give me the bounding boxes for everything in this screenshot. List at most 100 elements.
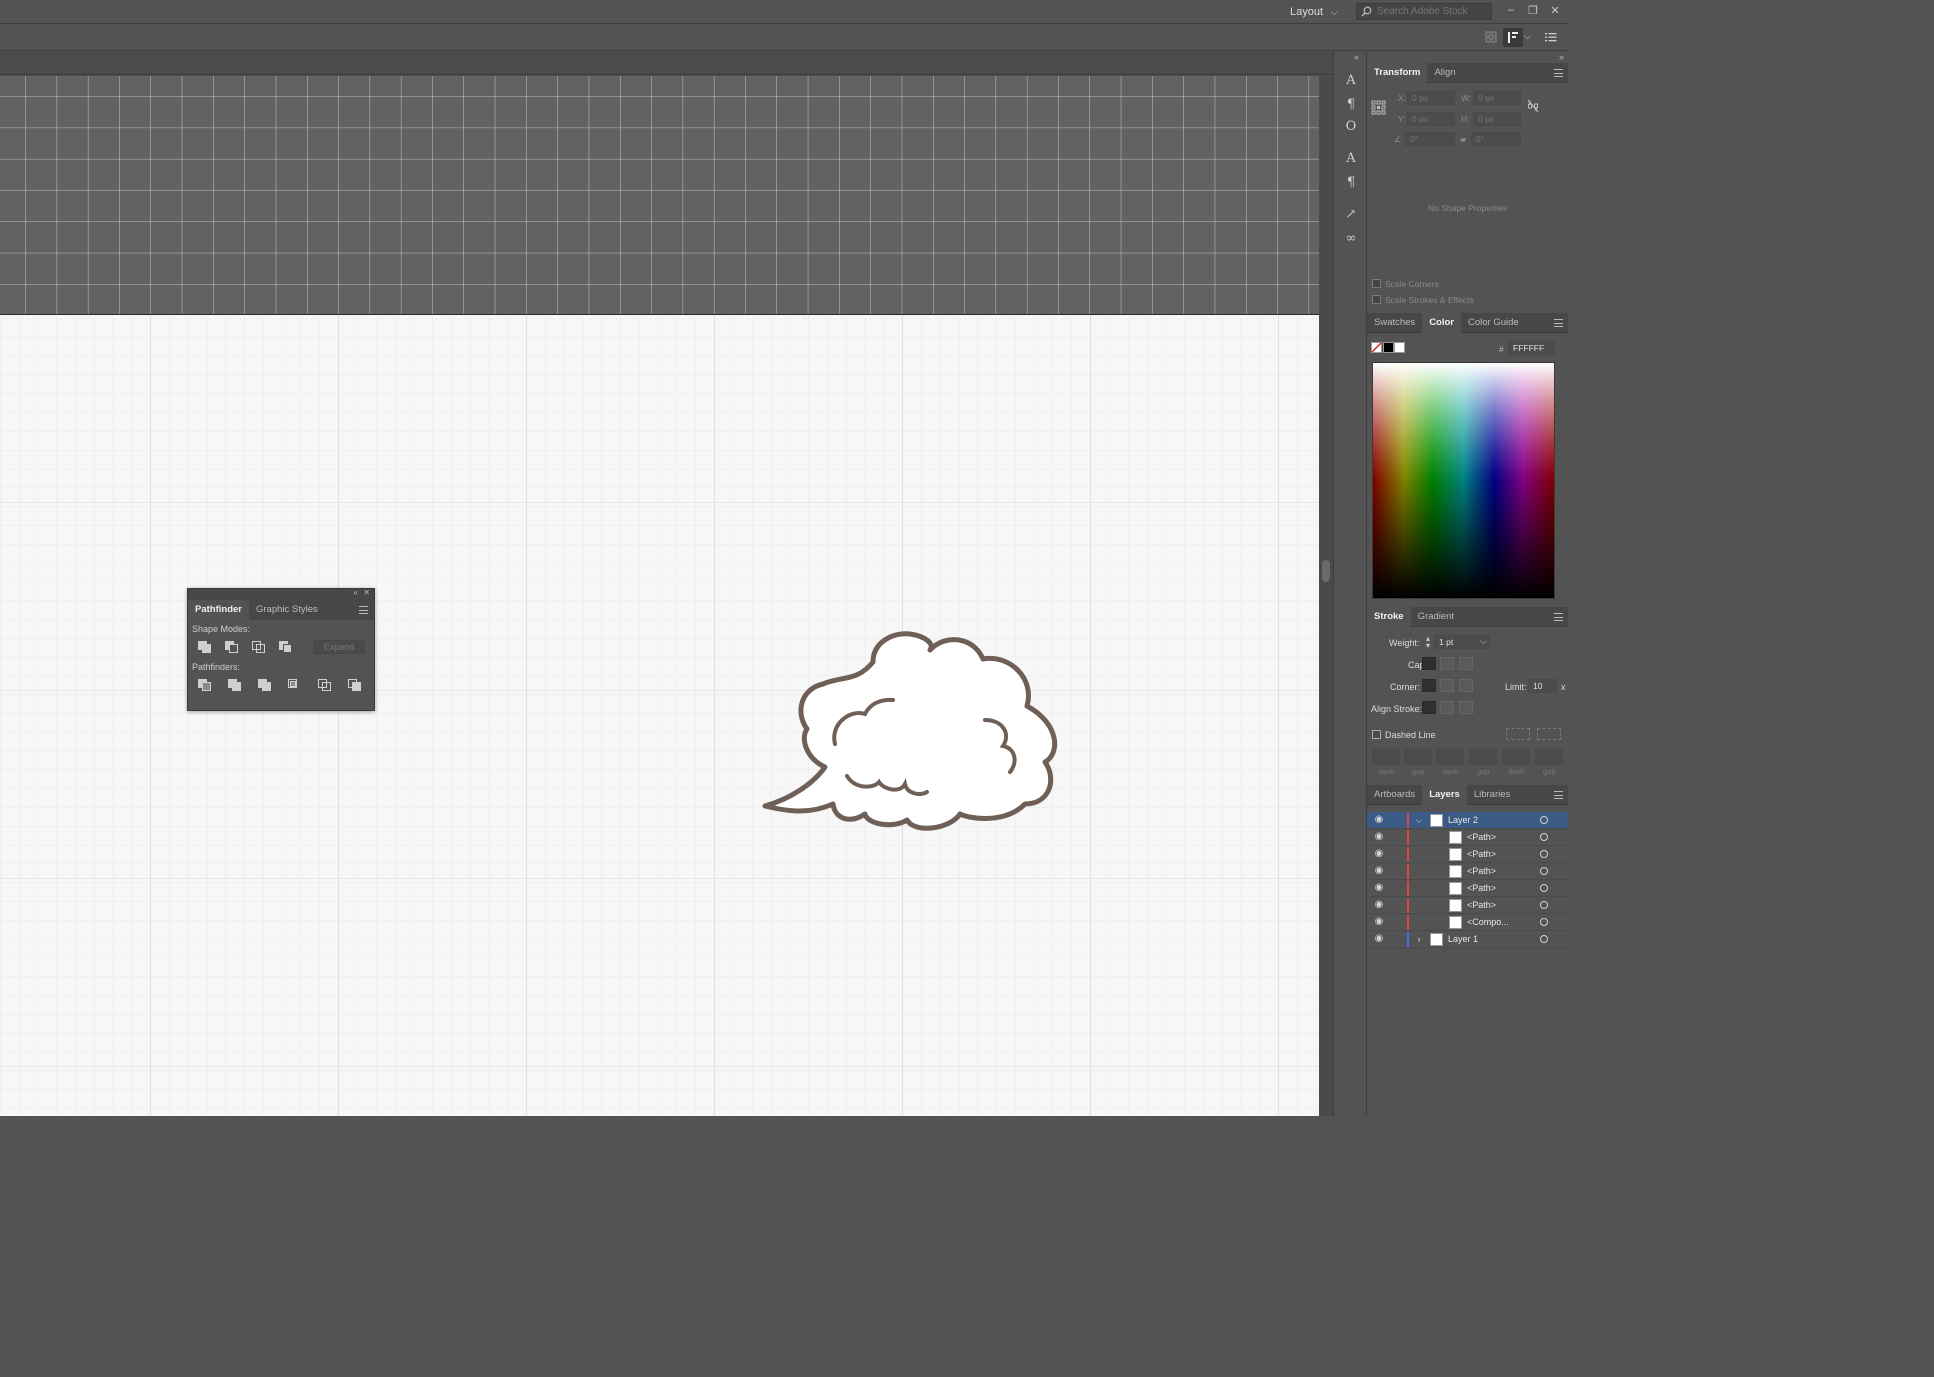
color-spectrum[interactable] [1372, 362, 1555, 599]
sublayer-row[interactable]: ◉ <Path> [1367, 897, 1568, 914]
panel-header[interactable]: « ✕ [188, 588, 374, 600]
layer-row[interactable]: ◉ › Layer 1 [1367, 931, 1568, 948]
rotate-field[interactable]: 0° [1405, 132, 1455, 146]
minimize-button[interactable]: – [1502, 2, 1520, 18]
tab-layers[interactable]: Layers [1422, 784, 1467, 805]
panel-menu-icon[interactable] [1554, 791, 1563, 799]
align-dash-icon[interactable] [1537, 728, 1561, 740]
workspace-layout-button[interactable] [1503, 28, 1523, 47]
workspace-switcher[interactable]: Layout ⌵ [1290, 4, 1338, 20]
expand-dock-icon[interactable]: » [1559, 52, 1564, 62]
hex-field[interactable]: FFFFFF [1508, 341, 1555, 355]
panel-menu-icon[interactable] [1554, 69, 1563, 77]
dashed-line-checkbox[interactable] [1372, 730, 1381, 739]
sublayer-row[interactable]: ◉ <Compo... [1367, 914, 1568, 931]
layer-name[interactable]: <Path> [1467, 849, 1496, 859]
eye-icon[interactable]: ◉ [1373, 831, 1385, 843]
dash-field-3[interactable] [1502, 749, 1530, 765]
fill-stroke-swatches-icon[interactable] [1371, 342, 1405, 353]
scale-strokes-checkbox[interactable] [1372, 295, 1381, 304]
eye-icon[interactable]: ◉ [1373, 916, 1385, 928]
chevron-down-icon[interactable]: ⌵ [1413, 814, 1425, 826]
layer-name[interactable]: <Path> [1467, 866, 1496, 876]
exclude-button[interactable] [278, 640, 293, 654]
crop-button[interactable] [287, 678, 303, 692]
divide-button[interactable] [197, 678, 213, 692]
layer-name[interactable]: <Path> [1467, 900, 1496, 910]
target-icon[interactable] [1540, 884, 1548, 892]
preserve-dash-icon[interactable] [1506, 728, 1530, 740]
target-icon[interactable] [1540, 867, 1548, 875]
cloud-speech-bubble[interactable] [755, 624, 1075, 844]
panel-menu-icon[interactable] [359, 606, 368, 614]
target-icon[interactable] [1540, 850, 1548, 858]
x-field[interactable]: 0 px [1407, 91, 1455, 105]
miter-join-button[interactable] [1422, 679, 1436, 692]
gap-field-3[interactable] [1535, 749, 1563, 765]
target-icon[interactable] [1540, 935, 1548, 943]
character-icon[interactable]: A [1343, 73, 1359, 89]
unite-button[interactable] [197, 640, 212, 654]
limit-field[interactable]: 10 [1528, 679, 1557, 693]
round-join-button[interactable] [1440, 679, 1454, 692]
target-icon[interactable] [1540, 833, 1548, 841]
sublayer-row[interactable]: ◉ <Path> [1367, 880, 1568, 897]
scrollbar-thumb[interactable] [1322, 560, 1330, 582]
layer-name[interactable]: Layer 2 [1448, 815, 1478, 825]
eye-icon[interactable]: ◉ [1373, 899, 1385, 911]
tab-align[interactable]: Align [1427, 63, 1462, 83]
eye-icon[interactable]: ◉ [1373, 933, 1385, 945]
w-field[interactable]: 0 px [1473, 91, 1521, 105]
h-field[interactable]: 0 px [1473, 112, 1521, 126]
eye-icon[interactable]: ◉ [1373, 814, 1385, 826]
tab-gradient[interactable]: Gradient [1411, 607, 1461, 627]
tab-stroke[interactable]: Stroke [1367, 606, 1411, 627]
constrain-proportions-icon[interactable] [1527, 99, 1539, 113]
tab-pathfinder[interactable]: Pathfinder [188, 600, 249, 620]
outline-button[interactable] [317, 678, 333, 692]
projecting-cap-button[interactable] [1459, 657, 1473, 670]
dash-field-2[interactable] [1436, 749, 1464, 765]
panel-menu-icon[interactable] [1554, 319, 1563, 327]
shear-field[interactable]: 0° [1471, 132, 1521, 146]
tab-libraries[interactable]: Libraries [1467, 785, 1517, 805]
layer-name[interactable]: <Path> [1467, 883, 1496, 893]
reference-point-icon[interactable] [1371, 100, 1386, 115]
links-icon[interactable]: ∞ [1343, 231, 1359, 247]
list-icon[interactable] [1545, 32, 1557, 42]
sublayer-row[interactable]: ◉ <Path> [1367, 829, 1568, 846]
bevel-join-button[interactable] [1459, 679, 1473, 692]
collapse-dock-icon[interactable]: « [1354, 52, 1359, 62]
butt-cap-button[interactable] [1422, 657, 1436, 670]
eye-icon[interactable]: ◉ [1373, 882, 1385, 894]
export-icon[interactable]: ↗ [1343, 207, 1359, 223]
tab-color-guide[interactable]: Color Guide [1461, 313, 1526, 333]
intersect-button[interactable] [251, 640, 266, 654]
chevron-right-icon[interactable]: › [1413, 933, 1425, 945]
trim-button[interactable] [227, 678, 243, 692]
paragraph-icon[interactable]: ¶ [1343, 97, 1359, 113]
y-field[interactable]: 0 px [1407, 112, 1455, 126]
tab-swatches[interactable]: Swatches [1367, 313, 1422, 333]
tab-color[interactable]: Color [1422, 312, 1461, 333]
layer-name[interactable]: <Path> [1467, 832, 1496, 842]
collapse-icon[interactable]: « [354, 588, 358, 597]
minus-back-button[interactable] [347, 678, 363, 692]
character-styles-icon[interactable]: A [1343, 151, 1359, 167]
panel-menu-icon[interactable] [1554, 613, 1563, 621]
align-outside-button[interactable] [1459, 701, 1473, 714]
chevron-down-icon[interactable]: ⌵ [1524, 31, 1531, 42]
close-button[interactable]: ✕ [1546, 2, 1564, 18]
restore-button[interactable]: ❐ [1524, 2, 1542, 18]
target-icon[interactable] [1540, 901, 1548, 909]
expand-button[interactable]: Expand [312, 640, 366, 654]
target-icon[interactable] [1540, 816, 1548, 824]
stock-search[interactable] [1356, 3, 1492, 20]
sublayer-row[interactable]: ◉ <Path> [1367, 846, 1568, 863]
dash-field-1[interactable] [1372, 749, 1400, 765]
target-icon[interactable] [1540, 918, 1548, 926]
layer-name[interactable]: <Compo... [1467, 917, 1509, 927]
scale-corners-checkbox[interactable] [1372, 279, 1381, 288]
layer-name[interactable]: Layer 1 [1448, 934, 1478, 944]
layer-row[interactable]: ◉ ⌵ Layer 2 [1367, 812, 1568, 829]
